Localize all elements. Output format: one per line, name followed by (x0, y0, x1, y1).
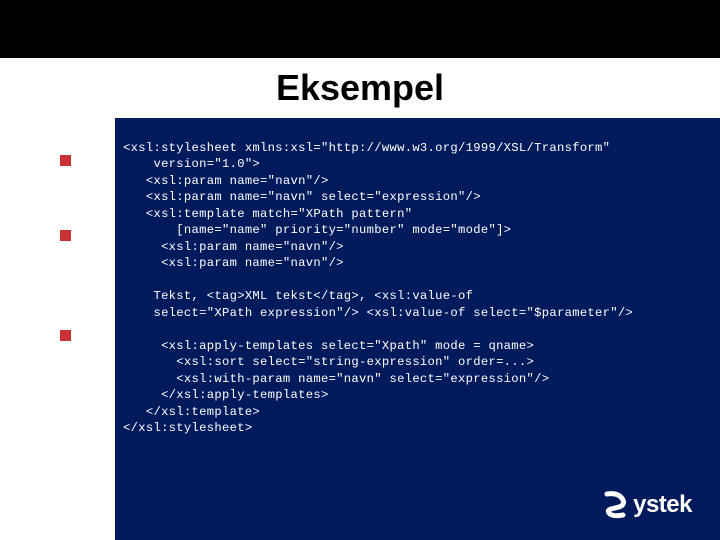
systek-logo: ystek (601, 490, 692, 520)
top-black-bar (0, 0, 720, 58)
content-area: <xsl:stylesheet xmlns:xsl="http://www.w3… (115, 118, 720, 540)
left-white-panel (0, 118, 115, 540)
bullet-icon (60, 155, 71, 166)
bullet-icon (60, 230, 71, 241)
code-block: <xsl:stylesheet xmlns:xsl="http://www.w3… (123, 140, 710, 436)
title-band: Eksempel (0, 58, 720, 118)
logo-mark-icon (601, 490, 631, 520)
logo-text: ystek (633, 491, 692, 519)
bullet-icon (60, 330, 71, 341)
slide-title: Eksempel (276, 67, 444, 109)
